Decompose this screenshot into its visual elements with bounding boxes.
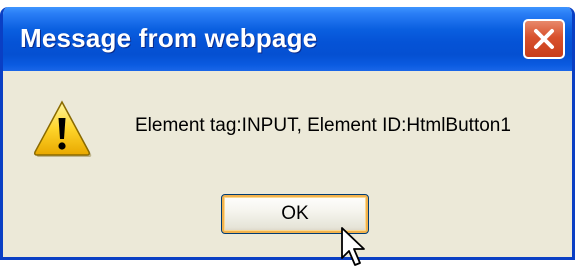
close-icon bbox=[534, 29, 554, 49]
ok-button[interactable]: OK bbox=[221, 194, 369, 234]
dialog-body: Element tag:INPUT, Element ID:HtmlButton… bbox=[3, 71, 572, 257]
close-button[interactable] bbox=[523, 19, 565, 59]
dialog-message: Element tag:INPUT, Element ID:HtmlButton… bbox=[135, 115, 511, 136]
window-title: Message from webpage bbox=[20, 23, 318, 53]
title-bar[interactable]: Message from webpage bbox=[3, 7, 572, 71]
warning-icon bbox=[34, 100, 92, 157]
message-dialog: Message from webpage Element tag:INPUT, … bbox=[0, 7, 575, 260]
